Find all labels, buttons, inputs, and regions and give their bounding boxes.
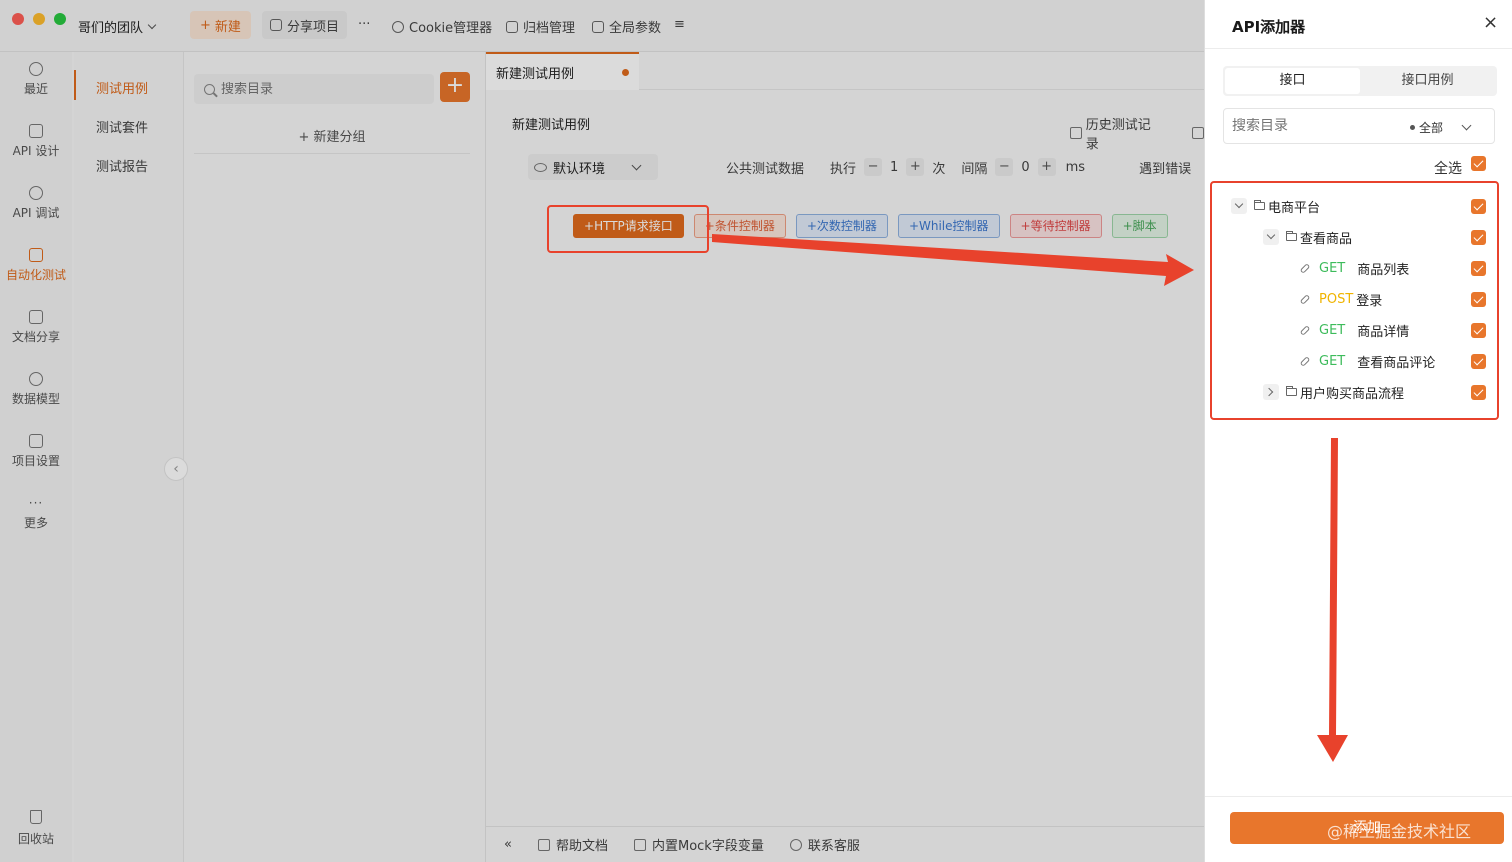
close-icon[interactable]: × [1483,12,1498,33]
select-all-checkbox[interactable] [1471,156,1486,171]
modal-backdrop[interactable] [0,0,1204,862]
select-all-label: 全选 [1434,161,1462,177]
http-button-annotation-box [547,205,709,253]
chevron-down-icon [1461,120,1472,131]
drawer-title: API添加器 [1232,18,1306,36]
api-type-tabs: 接口 接口用例 [1223,66,1497,96]
filter-select[interactable]: 全部 [1410,119,1472,136]
tab-api[interactable]: 接口 [1225,68,1360,94]
watermark: @稀土掘金技术社区 [1327,822,1472,841]
api-adder-drawer: API添加器 × 接口 接口用例 全部 全选 电商平台 查看商品 [1204,0,1512,862]
bullet-icon [1410,125,1415,130]
divider [1205,48,1512,49]
filter-label: 全部 [1419,121,1444,135]
drawer-search[interactable]: 全部 [1223,108,1495,144]
divider [1205,796,1512,797]
drawer-search-input[interactable] [1232,118,1402,134]
tab-api-case[interactable]: 接口用例 [1360,68,1495,94]
app-window: 哥们的团队 + 新建 分享项目 ··· Cookie管理器 归档管理 全局参数 … [0,0,1512,862]
tree-annotation-box [1210,181,1499,420]
